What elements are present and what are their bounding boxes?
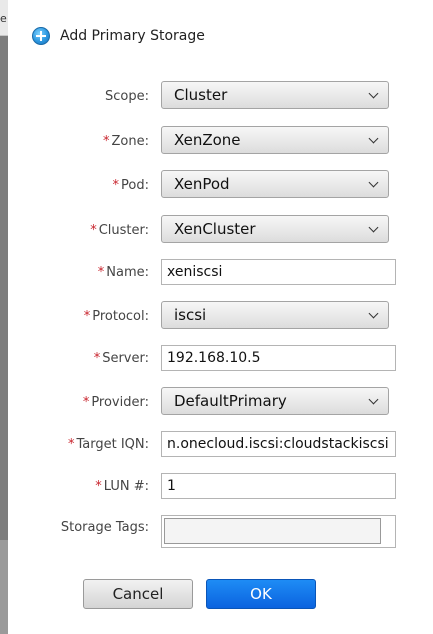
zone-select[interactable]: XenZone [161,126,389,154]
required-marker: * [82,394,90,410]
pod-row: * Pod: XenPod [8,168,433,202]
lun-row: * LUN #: 1 [8,469,433,503]
pod-select[interactable]: XenPod [161,170,389,198]
scope-select[interactable]: Cluster [161,81,389,109]
add-primary-storage-dialog: Add Primary Storage Scope: Cluster * Zon… [8,0,433,634]
chevron-down-icon [368,222,379,233]
server-label: * Server: [93,350,149,366]
cluster-label: * Cluster: [90,222,149,238]
storage-tags-row: Storage Tags: [8,515,433,549]
required-marker: * [93,350,101,366]
server-input[interactable]: 192.168.10.5 [161,345,396,371]
backdrop-overlay: e [0,0,8,634]
name-label: * Name: [97,264,149,280]
chevron-down-icon [368,133,379,144]
required-marker: * [90,222,97,238]
cancel-button[interactable]: Cancel [83,579,193,609]
target-iqn-label: * Target IQN: [67,436,149,452]
target-iqn-row: * Target IQN: n.onecloud.iscsi:cloudstac… [8,427,433,461]
chevron-down-icon [368,88,379,99]
lun-label: * LUN #: [95,478,149,494]
cluster-row: * Cluster: XenCluster [8,213,433,247]
backdrop-text-fragment: e [0,12,7,25]
dialog-title: Add Primary Storage [60,28,205,44]
lun-input[interactable]: 1 [161,473,396,499]
storage-tags-field [161,515,396,548]
dialog-header: Add Primary Storage [32,24,205,48]
provider-label: * Provider: [82,394,149,410]
storage-tags-input[interactable] [164,518,381,544]
chevron-down-icon [368,394,379,405]
required-marker: * [97,264,105,280]
zone-row: * Zone: XenZone [8,124,433,158]
required-marker: * [103,133,110,149]
provider-select[interactable]: DefaultPrimary [161,387,389,415]
ok-button[interactable]: OK [206,579,316,609]
zone-label: * Zone: [103,133,149,149]
name-row: * Name: xeniscsi [8,255,433,289]
chevron-down-icon [368,177,379,188]
chevron-down-icon [368,308,379,319]
storage-tags-label: Storage Tags: [60,519,149,535]
cluster-select[interactable]: XenCluster [161,215,389,243]
required-marker: * [83,308,91,324]
target-iqn-input[interactable]: n.onecloud.iscsi:cloudstackiscsi [161,431,396,457]
required-marker: * [95,478,102,494]
required-marker: * [67,436,75,452]
scope-row: Scope: Cluster [8,79,433,113]
protocol-select[interactable]: iscsi [161,301,389,329]
backdrop-band [0,540,8,634]
add-circle-icon [32,27,50,45]
server-row: * Server: 192.168.10.5 [8,341,433,375]
backdrop-divider [0,35,8,36]
protocol-row: * Protocol: iscsi [8,299,433,333]
provider-row: * Provider: DefaultPrimary [8,385,433,419]
scope-label: Scope: [105,88,149,104]
required-marker: * [112,177,120,193]
protocol-label: * Protocol: [83,308,149,324]
name-input[interactable]: xeniscsi [161,259,396,285]
pod-label: * Pod: [112,177,149,193]
